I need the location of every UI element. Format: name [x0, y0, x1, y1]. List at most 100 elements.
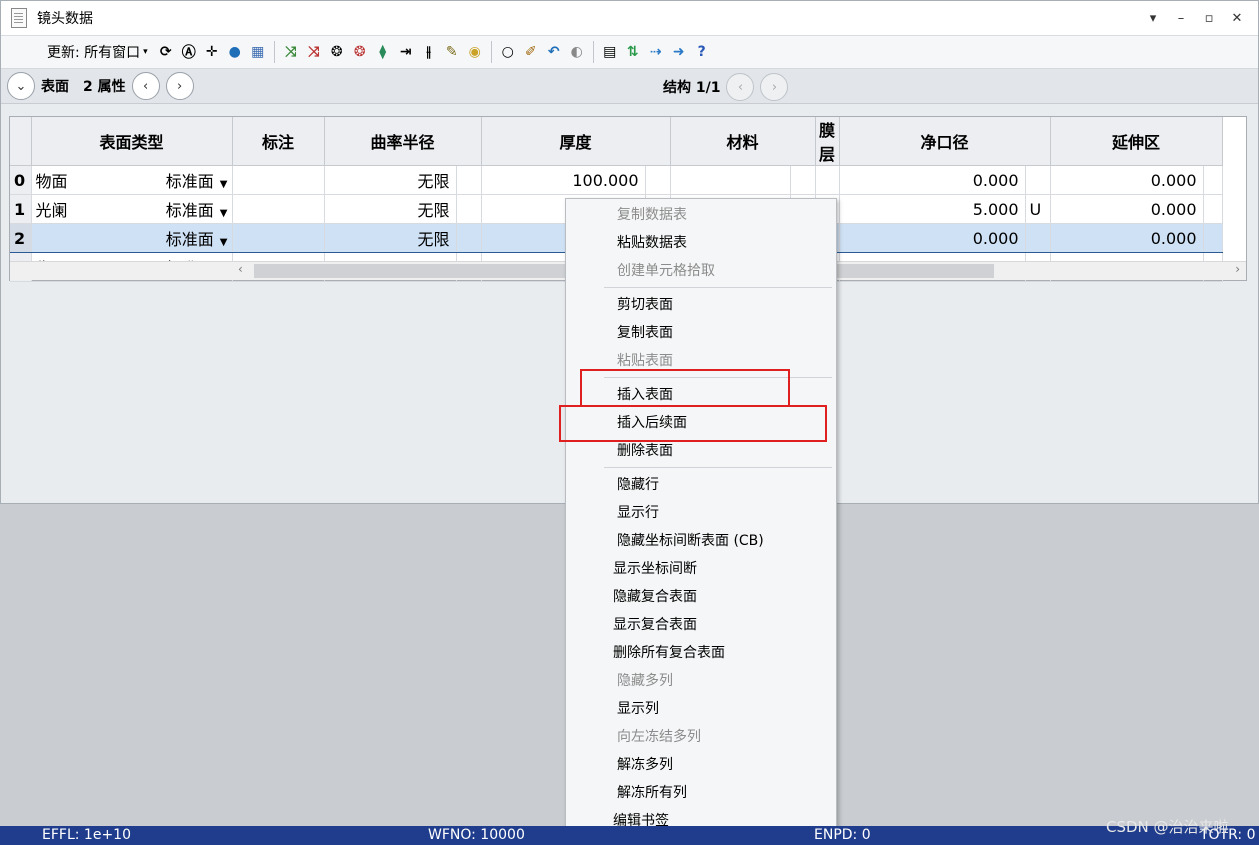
row-number[interactable]: 1 — [10, 194, 32, 224]
help-icon[interactable]: ? — [692, 42, 712, 62]
converge-icon[interactable]: ⇢ — [646, 42, 666, 62]
ray-remove-icon[interactable]: ⤨ — [304, 42, 324, 62]
structure-next-button[interactable]: › — [760, 73, 789, 101]
next-button[interactable]: › — [165, 72, 194, 100]
crosshair-icon[interactable]: ✛ — [202, 42, 222, 62]
header-extension[interactable]: 延伸区 — [1050, 117, 1223, 166]
solve-cell[interactable] — [645, 165, 671, 195]
aperture-flag-cell[interactable] — [1025, 223, 1051, 253]
structure-prev-button[interactable]: ‹ — [726, 73, 755, 101]
radius-cell[interactable]: 无限 — [324, 223, 457, 253]
toggle-icon[interactable]: ◐ — [567, 42, 587, 62]
globe-icon[interactable]: ● — [225, 42, 245, 62]
map-icon[interactable]: ▦ — [248, 42, 268, 62]
menu-freeze-columns-left[interactable]: 向左冻结多列 — [566, 725, 887, 749]
row-number[interactable]: 2 — [10, 223, 32, 253]
header-coating[interactable]: 膜层 — [815, 117, 840, 166]
dropdown-icon[interactable]: ▾ — [1146, 11, 1160, 26]
menu-cut-surface[interactable]: 剪切表面 — [566, 293, 887, 317]
solve-cell[interactable] — [1203, 194, 1223, 224]
refresh-icon[interactable]: ⟳ — [156, 42, 176, 62]
corner-cell[interactable] — [10, 117, 32, 166]
surface-type-cell[interactable]: 物面 标准面 ▼ — [31, 165, 233, 195]
menu-delete-surface[interactable]: 删除表面 — [566, 439, 887, 463]
menu-copy-spreadsheet[interactable]: 复制数据表 — [566, 203, 887, 227]
menu-create-cell-pickup[interactable]: 创建单元格拾取 — [566, 259, 887, 283]
thickness-cell[interactable]: 100.000 — [481, 165, 646, 195]
aperture-flag-cell[interactable]: U — [1025, 194, 1051, 224]
scroll-right-icon[interactable]: › — [1235, 262, 1240, 276]
menu-hide-compound-surface[interactable]: 隐藏复合表面 — [566, 585, 883, 609]
split-icon[interactable]: ⫲ — [419, 42, 439, 62]
radius-cell[interactable]: 无限 — [324, 165, 457, 195]
maximize-icon[interactable]: ▫ — [1202, 11, 1216, 26]
comment-cell[interactable] — [232, 194, 325, 224]
menu-unfreeze-columns[interactable]: 解冻多列 — [566, 753, 887, 777]
material-cell[interactable] — [670, 165, 791, 195]
extension-cell[interactable]: 0.000 — [1050, 165, 1204, 195]
table-row[interactable]: 0 物面 标准面 ▼ 无限 100.000 0.000 0.000 — [10, 165, 1223, 195]
surface-type-cell[interactable]: 光阑 标准面 ▼ — [31, 194, 233, 224]
menu-show-columns[interactable]: 显示列 — [566, 697, 887, 721]
menu-hide-row[interactable]: 隐藏行 — [566, 473, 887, 497]
scroll-left-icon[interactable]: ‹ — [238, 262, 243, 276]
minimize-icon[interactable]: – — [1174, 11, 1188, 26]
close-icon[interactable]: ✕ — [1230, 11, 1244, 26]
header-thickness[interactable]: 厚度 — [481, 117, 671, 166]
comment-cell[interactable] — [232, 165, 325, 195]
solve-cell[interactable] — [456, 223, 482, 253]
menu-copy-surface[interactable]: 复制表面 — [566, 321, 887, 345]
collapse-button[interactable]: ⌄ — [7, 72, 35, 100]
solve-cell[interactable] — [456, 165, 482, 195]
properties-tab[interactable]: 2 属性 — [83, 76, 126, 96]
solve-cell[interactable] — [790, 165, 816, 195]
header-clear-aperture[interactable]: 净口径 — [839, 117, 1051, 166]
chevron-down-icon[interactable]: ▼ — [220, 237, 228, 248]
radius-cell[interactable]: 无限 — [324, 194, 457, 224]
refresh-all-icon[interactable]: Ⓐ — [179, 42, 199, 62]
extension-cell[interactable]: 0.000 — [1050, 223, 1204, 253]
aperture-flag-cell[interactable] — [1025, 165, 1051, 195]
undo-icon[interactable]: ↶ — [544, 42, 564, 62]
notes-icon[interactable]: ▤ — [600, 42, 620, 62]
chevron-down-icon[interactable]: ▼ — [220, 208, 228, 219]
title-bar: 镜头数据 ▾ – ▫ ✕ — [1, 1, 1258, 36]
row-number[interactable]: 0 — [10, 165, 32, 195]
menu-hide-coordinate-break[interactable]: 隐藏坐标间断表面 (CB) — [566, 529, 887, 553]
menu-paste-spreadsheet[interactable]: 粘贴数据表 — [566, 231, 887, 255]
solve-cell[interactable] — [1203, 223, 1223, 253]
clear-aperture-cell[interactable]: 0.000 — [839, 165, 1026, 195]
edit-tool-icon[interactable]: ✐ — [521, 42, 541, 62]
surface-type-cell[interactable]: 标准面 ▼ — [31, 223, 233, 253]
coating-cell[interactable] — [815, 165, 840, 195]
chevron-down-icon[interactable]: ▼ — [220, 179, 228, 190]
menu-delete-all-compound[interactable]: 删除所有复合表面 — [566, 641, 883, 665]
extension-cell[interactable]: 0.000 — [1050, 194, 1204, 224]
header-surface-type[interactable]: 表面类型 — [31, 117, 233, 166]
green-tool-icon[interactable]: ⧫ — [373, 42, 393, 62]
header-material[interactable]: 材料 — [670, 117, 816, 166]
optimize-icon[interactable]: ✎ — [442, 42, 462, 62]
palette-icon[interactable]: ◉ — [465, 42, 485, 62]
swap-icon[interactable]: ⇅ — [623, 42, 643, 62]
ray-add-icon[interactable]: ⤨ — [281, 42, 301, 62]
lens-delete-icon[interactable]: ❂ — [350, 42, 370, 62]
solve-cell[interactable] — [1203, 165, 1223, 195]
menu-show-row[interactable]: 显示行 — [566, 501, 887, 525]
menu-unfreeze-all-columns[interactable]: 解冻所有列 — [566, 781, 887, 805]
prev-button[interactable]: ‹ — [131, 72, 160, 100]
menu-show-coordinate-break[interactable]: 显示坐标间断 — [566, 557, 883, 581]
lens-icon[interactable]: ❂ — [327, 42, 347, 62]
status-bar: EFFL: 1e+10 WFNO: 10000 ENPD: 0 TOTR: 0 — [0, 826, 1259, 845]
menu-hide-columns[interactable]: 隐藏多列 — [566, 669, 887, 693]
comment-cell[interactable] — [232, 223, 325, 253]
header-radius[interactable]: 曲率半径 — [324, 117, 482, 166]
update-all-windows-dropdown[interactable]: 更新: 所有窗口 — [47, 42, 140, 62]
menu-show-compound-surface[interactable]: 显示复合表面 — [566, 613, 883, 637]
aperture-icon[interactable]: ○ — [498, 42, 518, 62]
solve-cell[interactable] — [456, 194, 482, 224]
arrow-right-icon[interactable]: ➜ — [669, 42, 689, 62]
surface-icon[interactable]: ⇥ — [396, 42, 416, 62]
header-comment[interactable]: 标注 — [232, 117, 325, 166]
surfaces-tab[interactable]: 表面 — [41, 76, 69, 96]
